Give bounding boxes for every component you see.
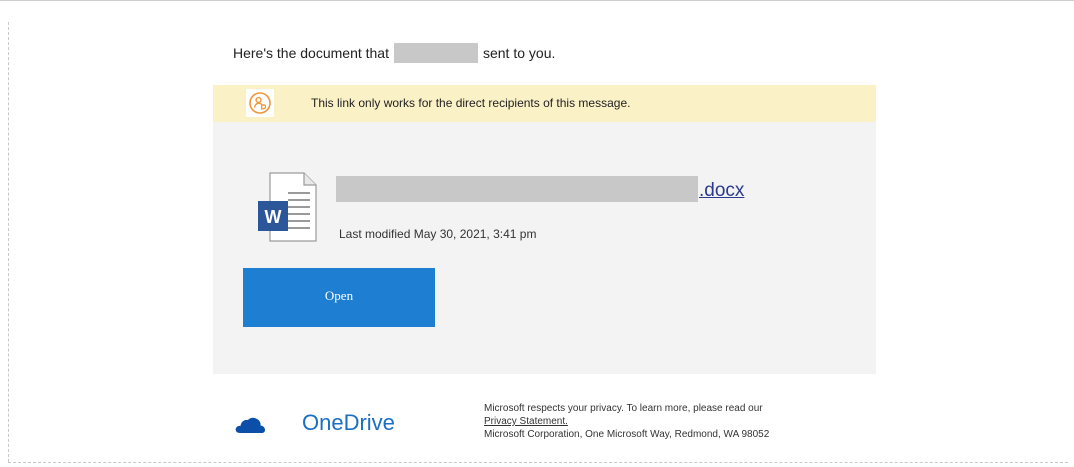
open-button[interactable]: Open <box>243 268 435 327</box>
privacy-statement-link[interactable]: Privacy Statement. <box>484 415 769 428</box>
file-extension[interactable]: .docx <box>699 181 744 201</box>
document-filename-link[interactable]: .docx <box>336 176 744 202</box>
footer-legal: Microsoft respects your privacy. To lear… <box>484 402 769 441</box>
onedrive-brand: OneDrive <box>302 410 395 435</box>
corporate-address: Microsoft Corporation, One Microsoft Way… <box>484 429 770 440</box>
redacted-sender <box>393 43 478 63</box>
greeting-line: Here's the document that sent to you. <box>233 43 555 63</box>
svg-text:W: W <box>265 207 282 227</box>
onedrive-cloud-icon <box>235 417 265 433</box>
frame-left-border <box>8 22 9 462</box>
privacy-text: Microsoft respects your privacy. To lear… <box>484 403 763 414</box>
greeting-text-after: sent to you. <box>482 45 556 61</box>
greeting-text-before: Here's the document that <box>233 45 389 61</box>
last-modified-text: Last modified May 30, 2021, 3:41 pm <box>339 227 537 241</box>
word-document-icon: W <box>258 172 317 242</box>
recipient-notice-text: This link only works for the direct reci… <box>311 96 631 110</box>
frame-bottom-border <box>8 462 1068 463</box>
redacted-filename <box>336 176 698 202</box>
document-card <box>213 122 876 374</box>
person-link-icon <box>246 89 274 117</box>
